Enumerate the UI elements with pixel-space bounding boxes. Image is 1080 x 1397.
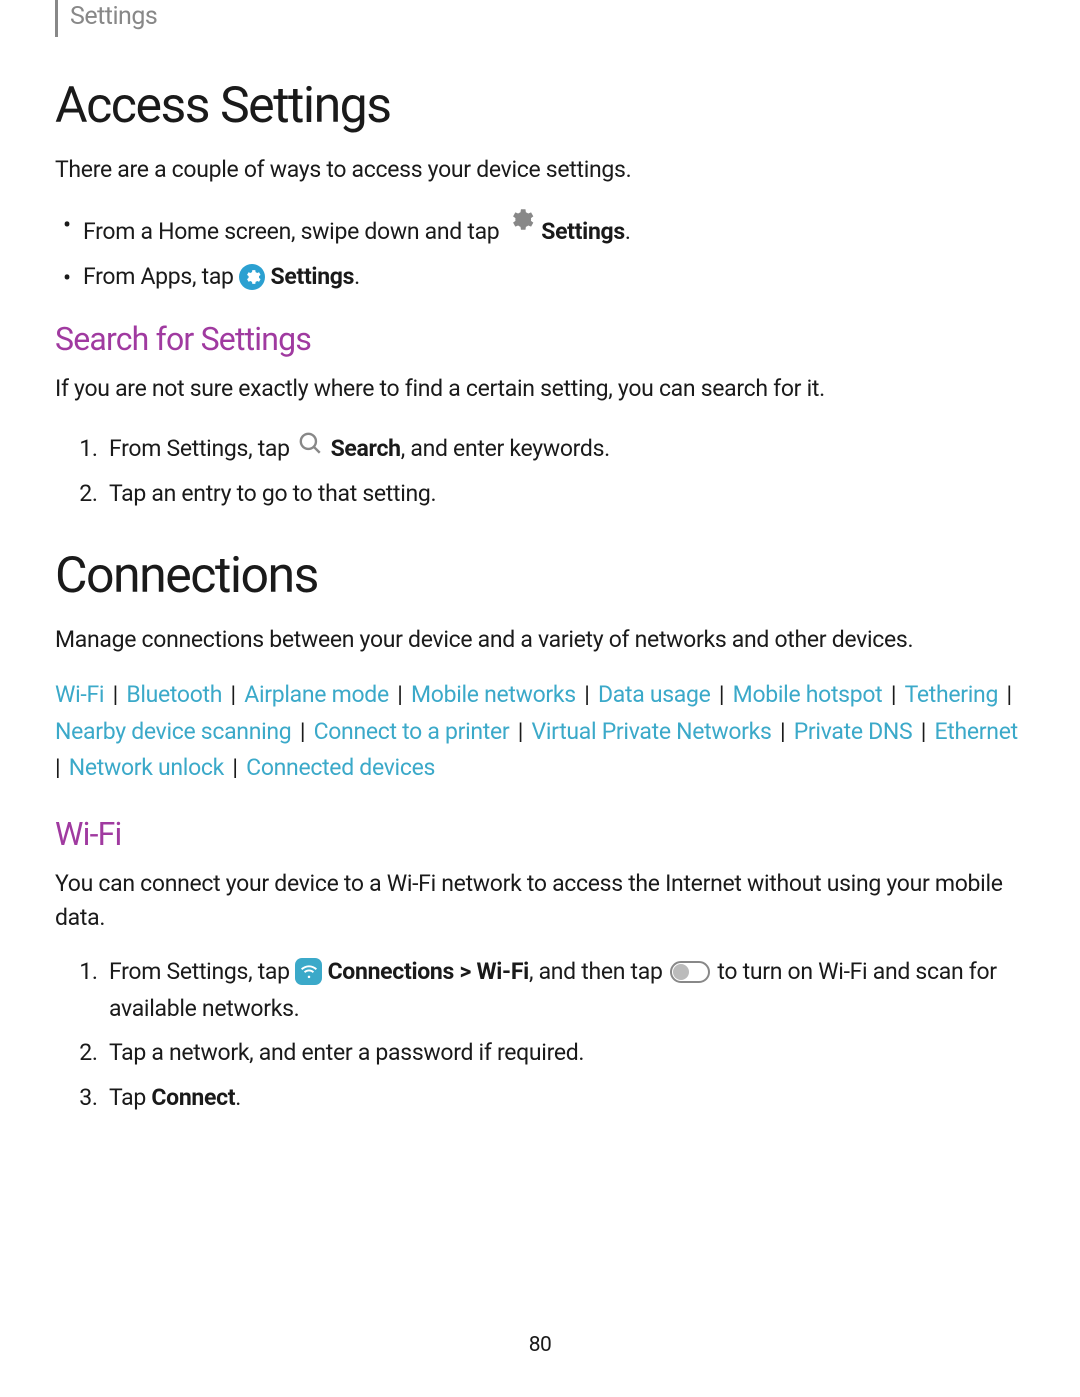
link-bluetooth[interactable]: Bluetooth [126,681,222,708]
connections-app-icon [295,958,322,985]
gear-icon [507,206,534,245]
wifi-step-1: From Settings, tap Connections > Wi-Fi, … [103,954,1025,1028]
para-connections-intro: Manage connections between your device a… [55,623,1025,656]
link-airplane[interactable]: Airplane mode [244,681,389,708]
search-icon [297,425,323,462]
link-network-unlock[interactable]: Network unlock [69,754,224,781]
search-step-2: Tap an entry to go to that setting. [103,476,1025,513]
settings-app-icon [239,264,265,290]
heading-search-settings: Search for Settings [55,320,1025,358]
link-wifi[interactable]: Wi-Fi [55,681,104,708]
link-private-dns[interactable]: Private DNS [794,718,913,745]
page-number: 80 [0,1333,1080,1357]
toggle-icon [670,961,710,983]
link-data-usage[interactable]: Data usage [598,681,711,708]
connections-links: Wi-Fi | Bluetooth | Airplane mode | Mobi… [55,677,1025,787]
link-tethering[interactable]: Tethering [905,681,999,708]
bullet-from-apps: From Apps, tap Settings. [83,259,1025,296]
link-nearby[interactable]: Nearby device scanning [55,718,291,745]
search-step-1: From Settings, tap Search, and enter key… [103,425,1025,468]
para-search-intro: If you are not sure exactly where to fin… [55,372,1025,405]
heading-connections: Connections [55,547,1025,605]
para-access-intro: There are a couple of ways to access you… [55,153,1025,186]
heading-access-settings: Access Settings [55,77,1025,135]
wifi-step-3: Tap Connect. [103,1080,1025,1117]
link-mobile-networks[interactable]: Mobile networks [411,681,576,708]
link-mobile-hotspot[interactable]: Mobile hotspot [733,681,883,708]
bullet-home-screen: From a Home screen, swipe down and tap S… [83,206,1025,251]
wifi-step-2: Tap a network, and enter a password if r… [103,1035,1025,1072]
link-connected-devices[interactable]: Connected devices [246,754,435,781]
link-vpn[interactable]: Virtual Private Networks [532,718,772,745]
link-printer[interactable]: Connect to a printer [314,718,510,745]
header-text: Settings [70,2,157,31]
para-wifi-intro: You can connect your device to a Wi-Fi n… [55,867,1025,934]
wifi-steps: From Settings, tap Connections > Wi-Fi, … [55,954,1025,1117]
link-ethernet[interactable]: Ethernet [935,718,1018,745]
search-steps: From Settings, tap Search, and enter key… [55,425,1025,512]
heading-wifi: Wi-Fi [55,815,1025,853]
breadcrumb-header: Settings [55,0,1025,37]
access-bullets: From a Home screen, swipe down and tap S… [55,206,1025,295]
